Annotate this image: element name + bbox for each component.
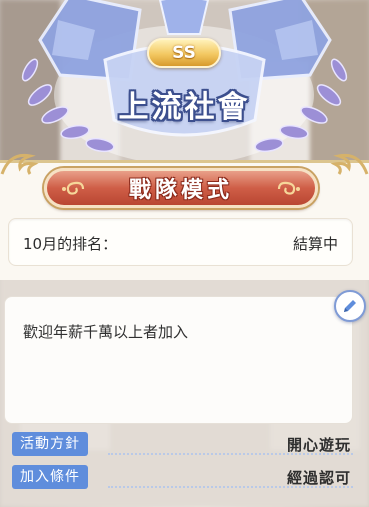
join-condition-tag: 加入條件	[12, 465, 88, 489]
ranking-label: 10月的排名：	[23, 235, 118, 253]
mode-title: 戰隊模式	[128, 178, 233, 203]
guild-info-screen: SS 上流社會 戰隊模式 10月的排名： 結算中 歡迎年薪千萬以上者加入 活動方…	[0, 0, 369, 507]
join-condition-value: 經過認可	[286, 469, 351, 487]
edit-description-button[interactable]	[334, 290, 366, 322]
join-condition-row: 加入條件 經過認可	[12, 465, 353, 489]
activity-policy-row: 活動方針 開心遊玩	[12, 432, 353, 456]
activity-policy-tag: 活動方針	[12, 432, 88, 456]
gold-ornament-right-icon	[330, 153, 369, 175]
guild-rank-text: SS	[172, 43, 196, 63]
guild-name: 上流社會	[118, 90, 251, 125]
description-text: 歡迎年薪千萬以上者加入	[23, 323, 189, 341]
monthly-ranking-row: 10月的排名： 結算中	[8, 218, 353, 266]
swirl-right-icon	[277, 181, 300, 195]
description-box: 歡迎年薪千萬以上者加入	[4, 296, 353, 424]
swirl-left-icon	[62, 181, 85, 195]
activity-policy-value: 開心遊玩	[286, 436, 351, 454]
mode-banner: 戰隊模式	[44, 168, 318, 208]
pencil-icon	[344, 300, 356, 312]
guild-rank-badge: SS	[147, 38, 221, 68]
ranking-status: 結算中	[292, 235, 338, 253]
